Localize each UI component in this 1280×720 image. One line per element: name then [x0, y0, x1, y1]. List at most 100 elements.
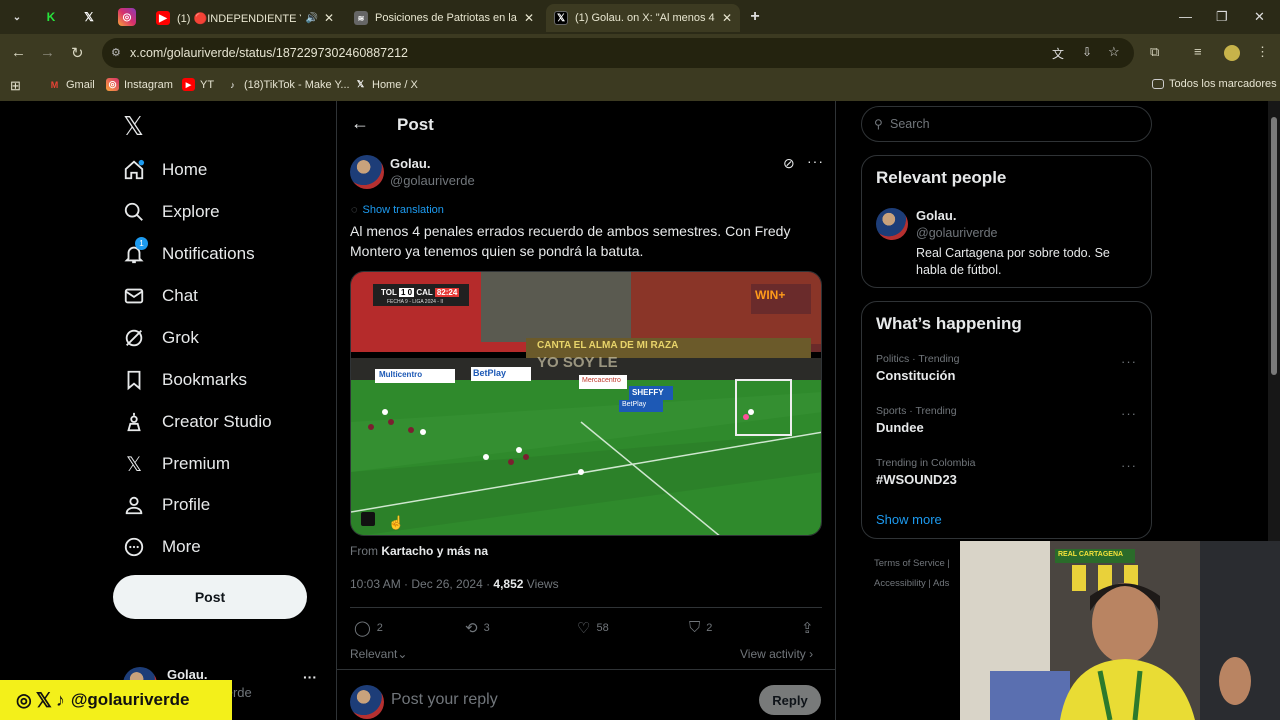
audio-icon[interactable]: 🔊 — [305, 13, 317, 24]
ad-board: BetPlay — [473, 368, 507, 378]
pinned-tab-instagram[interactable]: ◎ — [118, 8, 136, 26]
stadium-text: YO SOY LE — [537, 354, 618, 371]
new-tab-button[interactable]: + — [746, 8, 764, 26]
close-tab-icon[interactable]: ✕ — [524, 11, 534, 25]
trend-item[interactable]: Politics · Trending Constitución — [876, 353, 1136, 383]
translate-icon[interactable]: 文 — [1052, 45, 1064, 62]
bookmark-tiktok[interactable]: ♪ (18)TikTok - Make Y... — [226, 78, 349, 91]
tab-youtube[interactable]: ▶ (1) 🔴INDEPENDIENTE YUM 🔊 ✕ — [148, 4, 342, 32]
home-team: TOL — [381, 288, 397, 297]
reply-input[interactable]: Post your reply — [391, 691, 498, 709]
tab-posiciones[interactable]: ≋ Posiciones de Patriotas en la tem ✕ — [346, 4, 542, 32]
tiktok-icon: ♪ — [55, 689, 65, 710]
author-handle[interactable]: @golauriverde — [390, 173, 475, 188]
account-more-icon[interactable]: ··· — [303, 669, 317, 685]
trend-more-icon[interactable]: ··· — [1121, 406, 1137, 421]
maximize-button[interactable]: ❐ — [1216, 9, 1228, 25]
share-action[interactable]: ⇪ — [801, 619, 814, 637]
site-icon: ≋ — [354, 11, 368, 25]
close-tab-icon[interactable]: ✕ — [324, 11, 334, 25]
ad-board: SHEFFY — [632, 388, 664, 397]
nav-creator-studio[interactable]: Creator Studio — [123, 411, 272, 433]
bookmark-instagram[interactable]: ◎ Instagram — [106, 78, 173, 91]
bookmark-action[interactable]: ⛉ 2 — [689, 619, 712, 636]
bookmark-label: Todos los marcadores — [1169, 78, 1277, 90]
social-handle: @golauriverde — [70, 690, 190, 709]
grok-icon[interactable]: ⊘ — [783, 155, 795, 172]
back-arrow-icon[interactable]: ← — [351, 113, 369, 134]
post-video[interactable]: TOL 1 0 CAL 82:24 FECHA 9 - LIGA 2024 - … — [350, 271, 822, 536]
nav-explore[interactable]: Explore — [123, 201, 220, 223]
video-source[interactable]: From Kartacho y más na — [350, 544, 488, 558]
person-avatar[interactable] — [876, 208, 908, 240]
trend-item[interactable]: Trending in Colombia #WSOUND23 — [876, 457, 1136, 487]
person-handle[interactable]: @golauriverde — [916, 226, 997, 240]
search-input[interactable]: ⚲ Search — [861, 106, 1152, 142]
all-bookmarks[interactable]: Todos los marcadores — [1152, 78, 1277, 90]
nav-bookmarks[interactable]: Bookmarks — [123, 369, 247, 391]
site-info-icon[interactable]: ⚙ — [111, 46, 121, 59]
x-logo-icon[interactable]: 𝕏 — [123, 111, 144, 142]
pinned-tab-x[interactable]: 𝕏 — [80, 8, 98, 26]
nav-profile[interactable]: Profile — [123, 494, 210, 516]
search-icon — [123, 201, 145, 223]
nav-more[interactable]: More — [123, 536, 201, 558]
close-tab-icon[interactable]: ✕ — [722, 11, 732, 25]
nav-label: Home — [162, 160, 208, 179]
show-translation-link[interactable]: ◌ Show translation — [351, 204, 444, 216]
reply-button[interactable]: Reply — [759, 685, 821, 715]
forward-button[interactable]: → — [40, 44, 55, 61]
bookmark-star-icon[interactable]: ☆ — [1108, 44, 1120, 60]
nav-chat[interactable]: Chat — [123, 285, 198, 307]
reply-sort-dropdown[interactable]: Relevant⌄ — [350, 647, 407, 661]
trend-item[interactable]: Sports · Trending Dundee — [876, 405, 1136, 435]
tab-search-button[interactable]: ⌄ — [8, 8, 26, 26]
media-controls-icon[interactable]: ≡ — [1194, 44, 1202, 59]
bookmark-yt[interactable]: ▶ YT — [182, 78, 214, 91]
nav-label: Bookmarks — [162, 370, 248, 389]
profile-avatar[interactable] — [1224, 45, 1240, 61]
footer-link[interactable]: Terms of Service | — [874, 558, 950, 569]
post-button[interactable]: Post — [113, 575, 307, 619]
tab-active-post[interactable]: 𝕏 (1) Golau. on X: "Al menos 4 pe ✕ — [546, 4, 740, 32]
reload-button[interactable]: ↻ — [71, 44, 84, 62]
like-action[interactable]: ♡ 58 — [577, 619, 609, 637]
timestamp[interactable]: 10:03 AM · Dec 26, 2024 · — [350, 577, 493, 591]
footer-link[interactable]: Accessibility | Ads — [874, 578, 949, 589]
card-title: What’s happening — [876, 314, 1022, 333]
close-window-button[interactable]: ✕ — [1254, 9, 1265, 25]
translate-icon: ◌ — [351, 204, 358, 216]
person-name[interactable]: Golau. — [916, 208, 956, 223]
trend-more-icon[interactable]: ··· — [1121, 354, 1137, 369]
back-button[interactable]: ← — [11, 44, 26, 61]
install-icon[interactable]: ⇩ — [1082, 45, 1092, 59]
bookmark-gmail[interactable]: M Gmail — [48, 78, 95, 91]
bookmark-label: Instagram — [124, 78, 173, 91]
footer-ads: Ads — [932, 578, 950, 589]
more-options-icon[interactable]: ··· — [807, 153, 824, 169]
view-activity-link[interactable]: View activity › — [740, 647, 813, 661]
bookmark-x-home[interactable]: 𝕏 Home / X — [354, 78, 418, 91]
nav-home[interactable]: Home — [123, 159, 207, 181]
like-count: 58 — [596, 622, 609, 634]
address-bar[interactable]: ⚙ x.com/golauriverde/status/187229730246… — [102, 38, 1134, 68]
nav-label: Explore — [162, 202, 220, 221]
reply-action[interactable]: ◯ 2 — [354, 619, 383, 637]
scoreboard: TOL 1 0 CAL 82:24 — [381, 288, 460, 297]
author-avatar[interactable] — [350, 155, 384, 189]
nav-premium[interactable]: 𝕏 Premium — [123, 453, 230, 476]
author-name[interactable]: Golau. — [390, 156, 430, 171]
show-more-link[interactable]: Show more — [876, 512, 942, 527]
scrollbar-thumb[interactable] — [1271, 117, 1277, 375]
trend-more-icon[interactable]: ··· — [1121, 458, 1137, 473]
divider — [835, 101, 836, 720]
apps-grid-icon[interactable]: ⊞ — [10, 78, 21, 94]
extensions-icon[interactable]: ⧉ — [1150, 44, 1159, 60]
browser-menu-icon[interactable]: ⋮ — [1256, 44, 1269, 60]
minimize-button[interactable]: — — [1179, 9, 1192, 24]
nav-grok[interactable]: Grok — [123, 327, 199, 349]
pinned-tab-kick[interactable]: K — [42, 8, 60, 26]
x-logo-icon: 𝕏 — [35, 689, 52, 712]
nav-notifications[interactable]: 1 Notifications — [123, 237, 255, 265]
repost-action[interactable]: ⟲ 3 — [465, 619, 490, 637]
